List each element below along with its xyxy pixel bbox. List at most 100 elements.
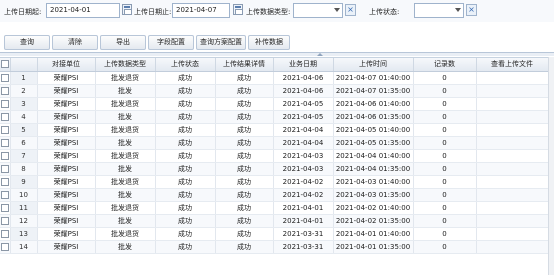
row-checkbox-cell[interactable] xyxy=(0,240,11,254)
panel-splitter[interactable] xyxy=(0,52,554,56)
table-row[interactable]: 4 荣耀PSI 批发 成功 成功 2021-04-05 2021-04-06 01:35:0… xyxy=(0,110,548,124)
status-select[interactable] xyxy=(414,3,464,18)
biz-date-cell: 2021-04-04 xyxy=(273,123,334,137)
view-file-cell[interactable] xyxy=(476,84,548,98)
row-checkbox[interactable] xyxy=(0,151,9,160)
row-checkbox-cell[interactable] xyxy=(0,110,11,124)
view-file-cell[interactable] xyxy=(476,110,548,124)
view-file-cell[interactable] xyxy=(476,71,548,85)
column-header-biz-date[interactable]: 业务日期 xyxy=(273,58,334,72)
row-checkbox-cell[interactable] xyxy=(0,136,11,150)
view-file-cell[interactable] xyxy=(476,175,548,189)
row-number-cell: 4 xyxy=(10,110,38,124)
view-file-cell[interactable] xyxy=(476,188,548,202)
row-checkbox[interactable] xyxy=(0,216,9,225)
column-header-upload-time[interactable]: 上传时间 xyxy=(333,58,414,72)
view-file-cell[interactable] xyxy=(476,123,548,137)
row-checkbox-cell[interactable] xyxy=(0,201,11,215)
view-file-cell[interactable] xyxy=(476,149,548,163)
start-date-input[interactable]: 2021-04-01 xyxy=(46,3,120,18)
table-row[interactable]: 8 荣耀PSI 批发 成功 成功 2021-04-03 2021-04-04 01:35:0… xyxy=(0,162,548,176)
field-config-button[interactable]: 字段配置 xyxy=(148,35,194,50)
column-header-detail[interactable]: 上传结果详情 xyxy=(215,58,274,72)
table-row[interactable]: 2 荣耀PSI 批发 成功 成功 2021-04-06 2021-04-07 01:35:0… xyxy=(0,84,548,98)
view-file-cell[interactable] xyxy=(476,162,548,176)
upload-time-cell: 2021-04-02 01:40:00 xyxy=(333,201,414,215)
data-type-cell: 批发 xyxy=(95,162,156,176)
row-checkbox[interactable] xyxy=(0,229,9,238)
unit-cell: 荣耀PSI xyxy=(37,240,96,254)
table-row[interactable]: 7 荣耀PSI 批发退货 成功 成功 2021-04-03 2021-04-04 01:40… xyxy=(0,149,548,163)
upload-time-cell: 2021-04-07 01:40:00 xyxy=(333,71,414,85)
row-checkbox[interactable] xyxy=(0,177,9,186)
upload-log-table: 对接单位 上传数据类型 上传状态 上传结果详情 业务日期 上传时间 记录数 查看… xyxy=(0,58,548,254)
record-count-cell: 0 xyxy=(413,97,477,111)
column-header-status[interactable]: 上传状态 xyxy=(155,58,216,72)
upload-time-cell: 2021-04-06 01:40:00 xyxy=(333,97,414,111)
close-icon[interactable]: × xyxy=(466,4,477,16)
end-date-input[interactable]: 2021-04-07 xyxy=(172,3,230,18)
view-file-cell[interactable] xyxy=(476,240,548,254)
view-file-cell[interactable] xyxy=(476,136,548,150)
status-cell: 成功 xyxy=(155,240,216,254)
table-row[interactable]: 5 荣耀PSI 批发退货 成功 成功 2021-04-04 2021-04-05 01:40… xyxy=(0,123,548,137)
status-cell: 成功 xyxy=(155,227,216,241)
table-row[interactable]: 14 荣耀PSI 批发 成功 成功 2021-03-31 2021-04-01 01:35:… xyxy=(0,240,548,254)
table-row[interactable]: 6 荣耀PSI 批发 成功 成功 2021-04-04 2021-04-05 01:35:0… xyxy=(0,136,548,150)
row-checkbox-cell[interactable] xyxy=(0,162,11,176)
select-all-header[interactable] xyxy=(0,58,11,72)
view-file-cell[interactable] xyxy=(476,214,548,228)
table-row[interactable]: 1 荣耀PSI 批发退货 成功 成功 2021-04-06 2021-04-07 01:40… xyxy=(0,71,548,85)
view-file-cell[interactable] xyxy=(476,227,548,241)
row-checkbox[interactable] xyxy=(0,125,9,134)
select-all-checkbox[interactable] xyxy=(0,60,9,69)
query-plan-config-button[interactable]: 查询方案配置 xyxy=(196,35,246,50)
table-body: 1 荣耀PSI 批发退货 成功 成功 2021-04-06 2021-04-07 01:40… xyxy=(0,71,548,254)
resend-data-button[interactable]: 补传数据 xyxy=(248,35,290,50)
query-button[interactable]: 查询 xyxy=(4,35,50,50)
column-header-data-type[interactable]: 上传数据类型 xyxy=(95,58,156,72)
view-file-cell[interactable] xyxy=(476,97,548,111)
data-type-cell: 批发退货 xyxy=(95,175,156,189)
vertical-scrollbar[interactable] xyxy=(548,57,554,275)
status-cell: 成功 xyxy=(155,162,216,176)
column-header-view-file[interactable]: 查看上传文件 xyxy=(476,58,548,72)
table-row[interactable]: 9 荣耀PSI 批发退货 成功 成功 2021-04-02 2021-04-03 01:40… xyxy=(0,175,548,189)
row-checkbox-cell[interactable] xyxy=(0,214,11,228)
row-checkbox-cell[interactable] xyxy=(0,84,11,98)
row-checkbox-cell[interactable] xyxy=(0,123,11,137)
calendar-icon[interactable] xyxy=(233,4,243,15)
row-checkbox[interactable] xyxy=(0,242,9,251)
collapse-arrow-icon[interactable] xyxy=(317,53,323,56)
export-button[interactable]: 导出 xyxy=(100,35,146,50)
clear-button[interactable]: 清除 xyxy=(52,35,98,50)
row-checkbox-cell[interactable] xyxy=(0,71,11,85)
row-checkbox[interactable] xyxy=(0,73,9,82)
view-file-cell[interactable] xyxy=(476,201,548,215)
row-checkbox[interactable] xyxy=(0,203,9,212)
row-checkbox[interactable] xyxy=(0,112,9,121)
data-type-select[interactable] xyxy=(293,3,343,18)
row-checkbox-cell[interactable] xyxy=(0,227,11,241)
data-type-cell: 批发退货 xyxy=(95,123,156,137)
table-row[interactable]: 3 荣耀PSI 批发退货 成功 成功 2021-04-05 2021-04-06 01:40… xyxy=(0,97,548,111)
row-checkbox[interactable] xyxy=(0,86,9,95)
column-header-unit[interactable]: 对接单位 xyxy=(37,58,96,72)
row-checkbox-cell[interactable] xyxy=(0,97,11,111)
close-icon[interactable]: × xyxy=(345,4,356,16)
row-checkbox[interactable] xyxy=(0,138,9,147)
row-checkbox-cell[interactable] xyxy=(0,188,11,202)
calendar-icon[interactable] xyxy=(122,4,132,15)
row-checkbox[interactable] xyxy=(0,164,9,173)
biz-date-cell: 2021-04-05 xyxy=(273,97,334,111)
column-header-record-count[interactable]: 记录数 xyxy=(413,58,477,72)
table-row[interactable]: 13 荣耀PSI 批发退货 成功 成功 2021-03-31 2021-04-01 01:4… xyxy=(0,227,548,241)
row-checkbox[interactable] xyxy=(0,99,9,108)
table-row[interactable]: 11 荣耀PSI 批发退货 成功 成功 2021-04-01 2021-04-02 01:4… xyxy=(0,201,548,215)
row-checkbox[interactable] xyxy=(0,190,9,199)
table-row[interactable]: 12 荣耀PSI 批发 成功 成功 2021-04-01 2021-04-02 01:35:… xyxy=(0,214,548,228)
status-cell: 成功 xyxy=(155,84,216,98)
row-checkbox-cell[interactable] xyxy=(0,175,11,189)
table-row[interactable]: 10 荣耀PSI 批发 成功 成功 2021-04-02 2021-04-03 01:35:… xyxy=(0,188,548,202)
row-checkbox-cell[interactable] xyxy=(0,149,11,163)
